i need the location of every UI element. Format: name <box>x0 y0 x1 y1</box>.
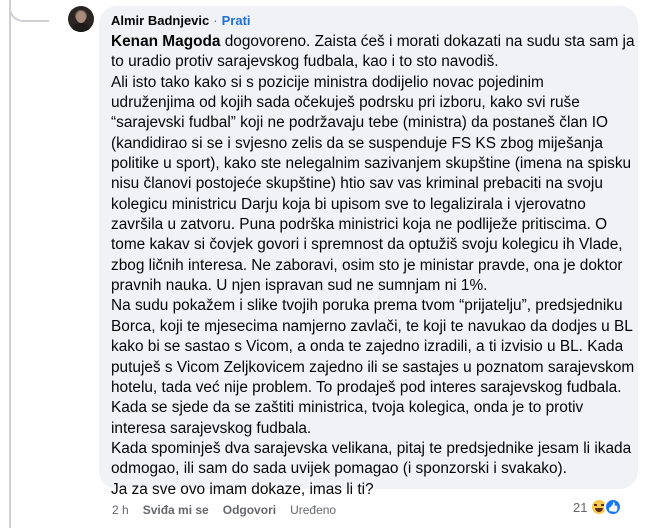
timestamp-link[interactable]: 2 h <box>112 503 129 517</box>
comment-line: Borca, koji te mjesecima namjerno zavlač… <box>111 317 633 335</box>
like-icon <box>604 498 623 516</box>
comment-line: nisu članovi postojeće skupštine) htio s… <box>111 175 603 193</box>
comment-line: to uradio protiv sarajevskog fudbala, ka… <box>111 53 499 71</box>
comment-line: završila u zatvoru. Puna podrška ministr… <box>111 216 608 234</box>
comment-line: odmogao, ili sam do sada uvijek pomagao … <box>111 460 567 478</box>
mention-link[interactable]: Kenan Magoda <box>111 33 220 50</box>
comment-line: Kada se sjede da se zaštiti ministrica, … <box>111 399 584 417</box>
comment-line: zbog ličnih interesa. Ne zaboravi, osim … <box>111 256 623 274</box>
reply-button[interactable]: Odgovori <box>223 503 276 517</box>
comment-line: Kada spominješ dva sarajevska velikana, … <box>111 439 632 457</box>
comment-line: “sarajevski fudbal” koji ne podržavaju t… <box>111 114 609 132</box>
comment-body: Kenan Magoda dogovoreno. Zaista ćeš i mo… <box>111 32 635 500</box>
thread-connector <box>9 0 49 22</box>
comment-line: Kenan Magoda dogovoreno. Zaista ćeš i mo… <box>111 32 635 52</box>
comment-first-line-text: dogovoreno. Zaista ćeš i morati dokazati… <box>220 33 635 50</box>
comment-line: kolegicu ministricu Darju koja bi upisom… <box>111 195 586 213</box>
comment-line: hotelu, tada već nije problem. To prodaj… <box>111 378 622 396</box>
avatar-face <box>76 11 86 23</box>
separator-dot: · <box>213 13 218 28</box>
comment-header: Almir Badnjevic · Prati <box>111 12 626 30</box>
comment-bubble: Almir Badnjevic · Prati Kenan Magoda dog… <box>99 6 638 498</box>
comment-line: pravnih nauka. U njen ispravan sud ne su… <box>111 277 488 295</box>
comment-line: kako bi se sastao s Vicom, a onda te zaj… <box>111 338 624 356</box>
reaction-count[interactable]: 21 <box>573 500 587 515</box>
avatar[interactable] <box>68 6 94 32</box>
author-name[interactable]: Almir Badnjevic <box>111 12 209 30</box>
thread-line <box>9 0 11 528</box>
comment-line: putuješ s Vicom Zeljkovicem zajedno ili … <box>111 358 635 376</box>
avatar-body <box>72 23 90 32</box>
comment-line: interesa sarajevskog fudbala. <box>111 419 312 437</box>
edited-label[interactable]: Uređeno <box>290 503 336 517</box>
follow-button[interactable]: Prati <box>222 12 251 30</box>
comment-line: Ali isto tako kako si s pozicije ministr… <box>111 73 544 91</box>
like-button[interactable]: Sviđa mi se <box>143 503 209 517</box>
reaction-summary[interactable]: 21 <box>573 498 623 516</box>
comment-line: politike u sport), kako ste nelegalnim s… <box>111 155 632 173</box>
comment-line: Ja za sve ovo imam dokaze, imas li ti? <box>111 480 374 498</box>
comment-line: (kandidirao si se i svjesno zelis da se … <box>111 134 603 152</box>
comment-line: Na sudu pokažem i slike tvojih poruka pr… <box>111 297 623 315</box>
comment-line: udruženjima od kojih sada očekuješ podrs… <box>111 94 580 112</box>
comment-line: tome kakav si čovjek govori i spremnost … <box>111 236 623 254</box>
comment-actions: 2 h Sviđa mi se Odgovori Uređeno <box>112 503 336 517</box>
